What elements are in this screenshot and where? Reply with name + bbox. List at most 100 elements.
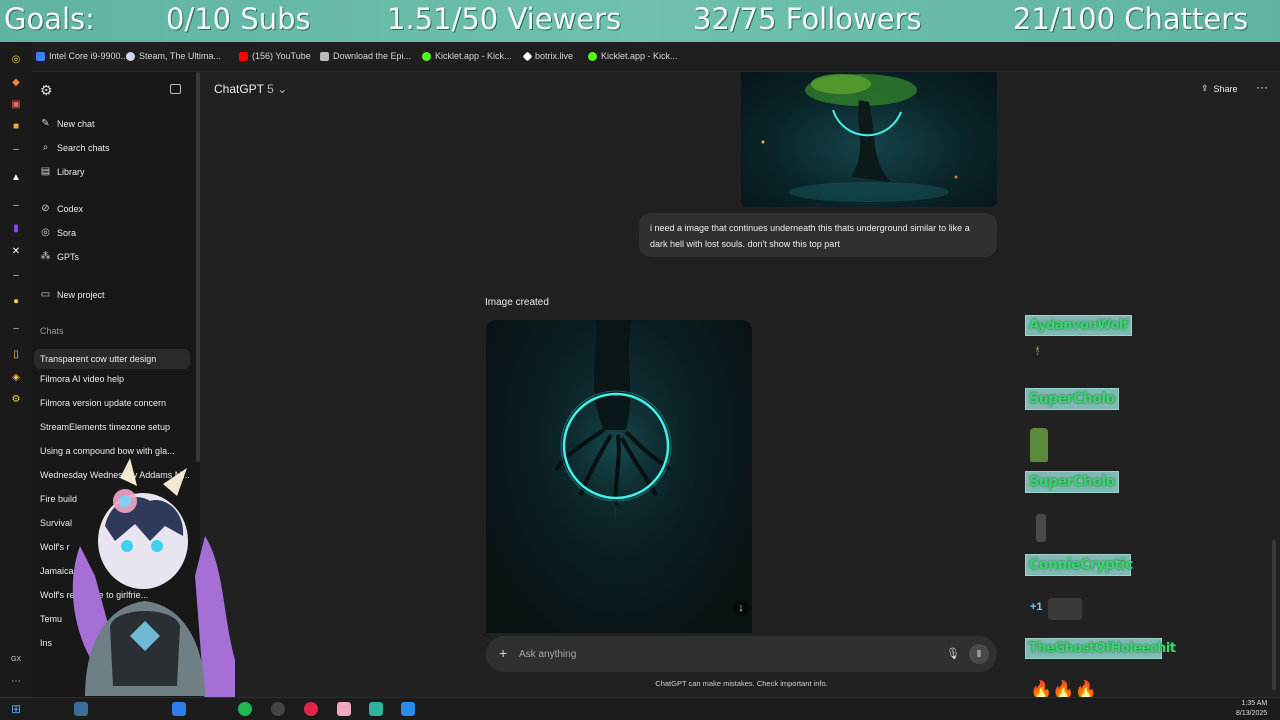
rail-dash-icon: – [13,144,19,155]
taskbar-app-icon[interactable] [74,702,88,716]
youtube-icon [239,51,248,61]
plus-icon[interactable]: + [499,645,507,661]
spotify-icon[interactable] [238,702,252,716]
sidebar-scrollbar[interactable] [196,72,200,462]
gpts-button[interactable]: ⁂ GPTs [40,251,80,262]
codex-icon: ⊘ [41,203,50,214]
settings-icon[interactable]: ⚙ [10,394,22,406]
stream-chat-username: ConnieCryptic [1025,554,1133,576]
rail-app-icon[interactable]: ▣ [10,99,22,111]
more-options-button[interactable]: ··· [1256,80,1268,94]
search-icon: ⌕ [42,142,49,153]
message-input[interactable] [519,645,899,663]
rail-app-icon[interactable]: ◆ [10,77,22,89]
rail-dash-icon: – [13,323,19,334]
viewers-goal: 1.51/50 Viewers [387,2,622,36]
stream-chat-emote [1036,514,1046,542]
browser-side-rail: ◎ ◆ ▣ ■ – ▲ – ▮ ✕ – ● – ▯ ◈ ⚙ GX ⋯ [0,42,32,697]
taskbar-app-icon[interactable] [401,702,415,716]
botrix-icon [522,51,533,61]
chat-history-item[interactable]: Transparent cow utter design [34,349,190,369]
rail-gx-icon[interactable]: GX [10,654,22,666]
screen: Goals: 0/10 Subs 1.51/50 Viewers 32/75 F… [0,0,1280,720]
library-icon: ▤ [40,166,51,177]
windows-start-icon[interactable]: ⊞ [9,702,23,716]
voice-mode-icon[interactable]: ⦀ [969,644,989,664]
obs-icon[interactable] [271,702,285,716]
page-scrollbar[interactable] [1272,540,1276,690]
vtuber-avatar [72,458,235,706]
download-image-button[interactable]: ↓ [733,600,749,616]
bookmark-item[interactable]: Intel Core i9-9900... [36,51,128,61]
chats-heading: Chats [40,326,64,336]
goals-label: Goals: [4,2,95,36]
rail-app-icon[interactable]: ■ [10,121,22,133]
kicklet-icon [588,51,597,61]
share-button[interactable]: ⇪ Share [1201,83,1238,94]
image-created-label: Image created [485,297,549,308]
stream-chat-username: TheGhostOfHoleechit [1025,638,1176,659]
bookmark-item[interactable]: Download the Epi... [320,51,411,61]
opera-gx-icon[interactable] [304,702,318,716]
sidebar-toggle-icon[interactable] [170,84,181,94]
previous-generated-image[interactable] [741,72,997,207]
stream-chat-username: SuperCholo [1025,471,1119,493]
generated-image[interactable] [486,320,752,633]
codex-button[interactable]: ⊘ Codex [40,203,83,214]
twitch-icon[interactable]: ▮ [10,223,22,235]
message-composer: + 🎙 ⦀ [486,636,997,672]
bookmark-item[interactable]: Steam, The Ultima... [126,51,221,61]
library-button[interactable]: ▤ Library [40,166,85,177]
rail-app-icon[interactable]: ▲ [10,172,22,184]
stream-chat-emote [1048,598,1082,620]
bookmark-item[interactable]: (156) YouTube [239,51,311,61]
new-project-button[interactable]: ▭ New project [40,289,105,300]
microphone-icon[interactable]: 🎙 [946,647,960,660]
system-clock[interactable]: 1:35 AM 8/13/2025 [1236,699,1267,719]
rail-app-icon[interactable]: ◈ [10,372,22,384]
model-selector[interactable]: ChatGPT 5 ⌄ [214,82,287,96]
share-icon: ⇪ [1201,83,1209,93]
windows-taskbar: ⊞ 1:35 AM 8/13/2025 [0,697,1280,720]
chat-history-item[interactable]: StreamElements timezone setup [40,422,190,432]
followers-goal: 32/75 Followers [693,2,922,36]
bookmark-favicon-icon [126,51,135,61]
bookmark-item[interactable]: botrix.live [522,51,573,61]
sora-button[interactable]: ◎ Sora [40,227,76,238]
arrow-down-icon: ↓ [738,602,744,614]
bookmark-item[interactable]: Kicklet.app - Kick... [422,51,512,61]
x-icon[interactable]: ✕ [10,246,22,258]
chat-history-item[interactable]: Filmora AI video help [40,374,190,384]
new-chat-button[interactable]: ✎ New chat [40,118,94,129]
rail-dash-icon: – [13,200,19,211]
chatters-goal: 21/100 Chatters [1013,2,1249,36]
rail-dash-icon: – [13,270,19,281]
rail-app-icon[interactable]: ◎ [10,54,22,66]
user-message-bubble: i need a image that continues underneath… [639,213,997,257]
chat-history-item[interactable]: Using a compound bow with gla... [40,446,190,456]
sora-icon: ◎ [41,227,50,238]
stream-chat-emote [1030,428,1048,462]
underground-roots-artwork [541,320,691,523]
search-chats-button[interactable]: ⌕ Search chats [40,142,110,153]
stream-chat-emote: 🕴 [1032,346,1044,356]
rail-app-icon[interactable]: ▯ [10,349,22,361]
gpts-icon: ⁂ [40,251,51,262]
stream-chat-message: +1 [1030,601,1043,613]
subs-goal: 0/10 Subs [166,2,311,36]
tree-artwork [761,74,958,202]
taskbar-app-icon[interactable] [172,702,186,716]
taskbar-app-icon[interactable] [369,702,383,716]
chevron-down-icon: ⌄ [277,82,288,96]
rail-app-icon[interactable]: ● [10,296,22,308]
bookmark-favicon-icon [36,51,45,61]
chat-history-item[interactable]: Filmora version update concern [40,398,190,408]
folder-icon: ▭ [40,289,51,300]
openai-logo-icon[interactable]: ⚙ [40,82,53,99]
bookmark-item[interactable]: Kicklet.app - Kick... [588,51,678,61]
bookmark-favicon-icon [320,51,329,61]
kicklet-icon [422,51,431,61]
stream-chat-username: AydanvonWolf [1025,315,1132,336]
taskbar-app-icon[interactable] [337,702,351,716]
stream-goals-banner: Goals: 0/10 Subs 1.51/50 Viewers 32/75 F… [0,0,1280,42]
